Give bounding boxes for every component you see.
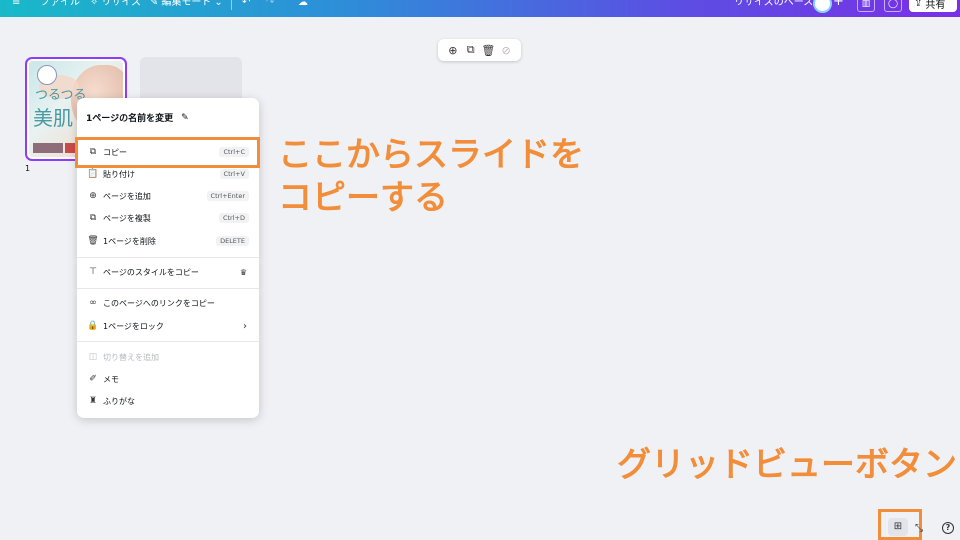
menu-divider [77,257,259,258]
lock-icon: 🔒 [87,321,99,331]
shortcut-badge: Ctrl+Enter [206,191,249,201]
grid-callout-text: グリッドビューボタン [617,445,957,485]
edit-mode-label: 編集モード [161,0,212,8]
furigana-icon: ♜ [88,396,98,406]
rename-page-label: 1ページの名前を変更 [86,114,174,124]
thumbnail-text-large: 美肌 [33,106,73,130]
menu-item-delete-page[interactable]: 🗑 1ページを削除 DELETE [83,231,253,251]
menu-item-label: メモ [103,374,119,384]
thumbnail-red-tag [65,143,75,153]
menu-item-add-transition[interactable]: ◫ 切り替えを追加 [83,347,253,367]
menu-item-add-page[interactable]: ⊕ ページを追加 Ctrl+Enter [83,186,253,206]
menu-item-label: 1ページをロック [103,321,164,331]
page-toolbar: ⊕ ⧉ 🗑 ⊘ [438,39,521,61]
trash-icon: 🗑 [87,236,99,246]
menu-item-label: 1ページを削除 [103,236,156,246]
help-icon[interactable]: ? [942,522,954,534]
resize-menu[interactable]: ✧ リサイズ [90,0,141,10]
cloud-save-icon[interactable]: ☁ [298,0,308,10]
copy-callout-text: ここからスライドを コピーする [278,134,584,220]
resize-label: リサイズ [101,0,142,8]
menu-item-label: ページのスタイルをコピー [103,267,199,277]
link-icon: ∞ [89,298,97,308]
avatar[interactable] [813,0,832,13]
copy-callout-line-2: コピーする [278,178,448,218]
redo-icon[interactable]: ↷ [266,0,274,10]
crown-icon: ♛ [239,267,247,277]
add-collaborator-icon[interactable]: + [833,0,844,9]
comment-icon[interactable]: ◯ [884,0,902,12]
page-number: 1 [25,164,31,173]
menu-item-label: 切り替えを追加 [103,352,159,362]
duplicate-page-icon[interactable]: ⧉ [464,43,478,57]
brand-space-name[interactable]: リサイズのベース [734,0,813,10]
menu-item-furigana[interactable]: ♜ ふりがな [83,391,253,411]
menu-item-notes[interactable]: ✐ メモ [83,369,253,389]
top-bar: ≡ ファイル ✧ リサイズ ✎ 編集モード ⌄ ↶ ↷ ☁ リサイズのベース + ▥ … [0,0,960,17]
duplicate-icon: ⧉ [89,213,97,223]
menu-item-label: ページを複製 [103,213,151,223]
menu-item-label: 貼り付け [103,169,135,179]
file-menu[interactable]: ファイル [40,0,80,10]
hide-page-icon[interactable]: ⊘ [499,44,513,57]
paint-roller-icon: ⊤ [89,267,97,277]
thumbnail-badge [37,65,57,85]
transition-icon: ◫ [88,352,98,362]
analytics-icon[interactable]: ▥ [857,0,875,12]
share-icon: ⇪ [914,0,923,9]
menu-item-label: ふりがな [103,396,135,406]
rename-page-item[interactable]: 1ページの名前を変更 ✎ [86,111,246,125]
pencil-icon: ✎ [181,112,189,123]
menu-item-label: ページを追加 [103,191,151,201]
delete-page-icon[interactable]: 🗑 [481,44,495,57]
menu-item-duplicate-page[interactable]: ⧉ ページを複製 Ctrl+D [83,208,253,228]
add-page-icon[interactable]: ⊕ [446,44,460,57]
shortcut-badge: Ctrl+D [218,213,249,223]
notes-icon: ✐ [89,374,97,384]
toolbar-divider [231,0,232,10]
chevron-down-icon: ⌄ [214,0,223,8]
menu-divider [77,288,259,289]
menu-item-lock-page[interactable]: 🔒 1ページをロック › [83,316,253,336]
undo-icon[interactable]: ↶ [242,0,250,10]
file-menu-label: ファイル [40,0,80,8]
menu-item-label: このページへのリンクをコピー [103,298,215,308]
shortcut-badge: DELETE [216,236,249,246]
add-page-icon: ⊕ [89,191,97,201]
brand-space-label: リサイズのベース [734,0,814,8]
edit-mode-menu[interactable]: ✎ 編集モード ⌄ [150,0,223,10]
copy-highlight-box [75,137,260,168]
menu-divider [77,341,259,342]
menu-item-copy-link[interactable]: ∞ このページへのリンクをコピー [83,293,253,313]
paste-icon: 📋 [87,169,99,179]
resize-icon: ✧ [90,0,99,8]
hamburger-icon[interactable]: ≡ [12,0,20,10]
copy-callout-line-1: ここからスライドを [278,135,584,175]
pencil-icon: ✎ [150,0,159,8]
shortcut-badge: Ctrl+V [219,169,249,179]
thumbnail-label-block [33,143,63,153]
menu-item-copy-style[interactable]: ⊤ ページのスタイルをコピー ♛ [83,262,253,282]
chevron-right-icon: › [243,320,247,332]
share-label: 共有 [925,0,946,11]
share-button[interactable]: ⇪ 共有 [909,0,957,12]
expand-icon[interactable]: ⤡ [915,523,923,534]
